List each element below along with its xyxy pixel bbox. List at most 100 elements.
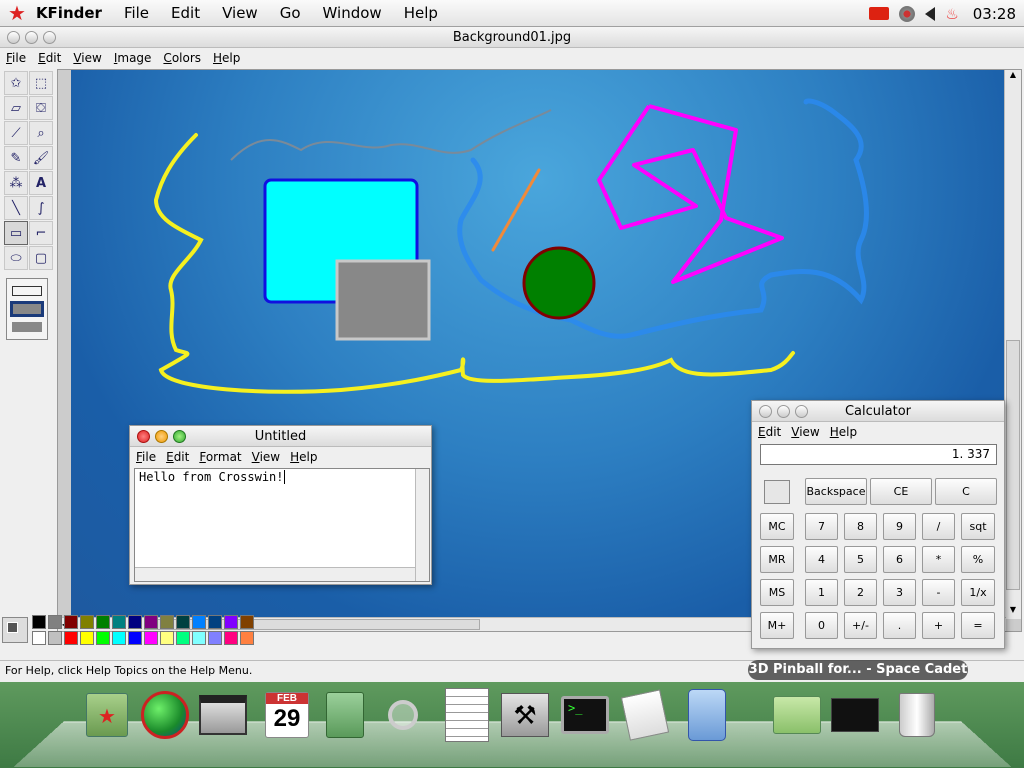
calc-button[interactable]: -: [922, 579, 955, 606]
color-swatch[interactable]: [32, 631, 46, 645]
address-book-icon[interactable]: ★: [80, 688, 134, 742]
calc-button[interactable]: 1: [805, 579, 838, 606]
color-swatch[interactable]: [160, 631, 174, 645]
curve-tool-icon[interactable]: ∫: [29, 196, 53, 220]
outline-style-option[interactable]: [12, 285, 42, 296]
calculator-titlebar[interactable]: Calculator: [752, 401, 1004, 422]
zoom-button[interactable]: [795, 405, 808, 418]
calc-button-backspace[interactable]: Backspace: [805, 478, 867, 505]
calc-button[interactable]: 5: [844, 546, 877, 573]
menu-go[interactable]: Go: [280, 4, 301, 22]
calc-button[interactable]: 6: [883, 546, 916, 573]
color-swatch[interactable]: [176, 615, 190, 629]
system-tools-icon[interactable]: ⚒: [498, 688, 552, 742]
notepad-menu-view[interactable]: View: [252, 450, 280, 464]
notepad-menu-format[interactable]: Format: [199, 450, 241, 464]
color-swatch[interactable]: [176, 631, 190, 645]
ellipse-tool-icon[interactable]: ⬭: [4, 246, 28, 270]
calculator-display[interactable]: 1. 337: [760, 444, 997, 465]
script-editor-icon[interactable]: [618, 688, 672, 742]
calc-button[interactable]: /: [922, 513, 955, 540]
notepad-titlebar[interactable]: Untitled: [130, 426, 431, 447]
calc-button[interactable]: sqt: [961, 513, 995, 540]
calc-button[interactable]: 2: [844, 579, 877, 606]
preview-magnifier-icon[interactable]: [376, 688, 430, 742]
calendar-icon[interactable]: FEB 29: [260, 688, 314, 742]
menu-help[interactable]: Help: [404, 4, 438, 22]
notepad-menu-file[interactable]: File: [136, 450, 156, 464]
calculator-dock-icon[interactable]: [680, 688, 734, 742]
close-button[interactable]: [759, 405, 772, 418]
calc-button-c[interactable]: C: [935, 478, 997, 505]
minimize-button[interactable]: [25, 31, 38, 44]
fill-bucket-icon[interactable]: ⛋: [29, 96, 53, 120]
calc-button-ce[interactable]: CE: [870, 478, 932, 505]
paint-menu-image[interactable]: Image: [114, 51, 152, 65]
paint-menu-help[interactable]: Help: [213, 51, 240, 65]
volume-icon[interactable]: [925, 6, 936, 21]
trash-icon[interactable]: [890, 688, 944, 742]
close-button[interactable]: [7, 31, 20, 44]
color-picker-icon[interactable]: ⟋: [4, 121, 28, 145]
color-swatch[interactable]: [192, 615, 206, 629]
current-color-indicator[interactable]: [2, 617, 28, 643]
star-menu-icon[interactable]: ★: [8, 1, 26, 25]
scroll-up-icon[interactable]: ▲: [1006, 70, 1020, 84]
menu-file[interactable]: File: [124, 4, 149, 22]
notepad-vscroll[interactable]: [415, 469, 429, 581]
paint-titlebar[interactable]: Background01.jpg: [0, 27, 1024, 48]
calc-button[interactable]: MR: [760, 546, 794, 573]
app-name[interactable]: KFinder: [36, 4, 102, 22]
calc-button[interactable]: M+: [760, 612, 794, 639]
calc-menu-edit[interactable]: Edit: [758, 425, 781, 439]
calc-menu-view[interactable]: View: [791, 425, 819, 439]
calc-button[interactable]: +/-: [844, 612, 877, 639]
airbrush-icon[interactable]: ⁂: [4, 171, 28, 195]
calc-button[interactable]: +: [922, 612, 955, 639]
menu-window[interactable]: Window: [323, 4, 382, 22]
zoom-button[interactable]: [173, 430, 186, 443]
calc-button[interactable]: 9: [883, 513, 916, 540]
color-swatch[interactable]: [48, 631, 62, 645]
color-swatch[interactable]: [144, 631, 158, 645]
calc-button[interactable]: 0: [805, 612, 838, 639]
contacts-icon[interactable]: [318, 688, 372, 742]
rect-select-icon[interactable]: ⬚: [29, 71, 53, 95]
paint-menu-file[interactable]: File: [6, 51, 26, 65]
magnifier-icon[interactable]: ⌕: [29, 121, 53, 145]
color-swatch[interactable]: [240, 631, 254, 645]
polygon-tool-icon[interactable]: ⌐: [29, 221, 53, 245]
calc-button[interactable]: .: [883, 612, 916, 639]
color-swatch[interactable]: [208, 631, 222, 645]
color-swatch[interactable]: [112, 615, 126, 629]
notepad-text-area[interactable]: Hello from Crosswin!: [134, 468, 430, 582]
brush-icon[interactable]: 🖌: [29, 146, 53, 170]
video-clapboard-icon[interactable]: [196, 688, 250, 742]
vertical-scrollbar[interactable]: ▲ ▼: [1004, 70, 1021, 619]
line-tool-icon[interactable]: ╲: [4, 196, 28, 220]
color-swatch[interactable]: [96, 615, 110, 629]
calc-button[interactable]: 7: [805, 513, 838, 540]
color-swatch[interactable]: [128, 631, 142, 645]
calc-button[interactable]: 1/x: [961, 579, 995, 606]
eraser-icon[interactable]: ▱: [4, 96, 28, 120]
outline-fill-style-option[interactable]: [10, 300, 44, 317]
fill-only-style-option[interactable]: [12, 322, 42, 333]
menu-view[interactable]: View: [222, 4, 258, 22]
notepad-menu-edit[interactable]: Edit: [166, 450, 189, 464]
calc-button[interactable]: =: [961, 612, 995, 639]
pencil-icon[interactable]: ✎: [4, 146, 28, 170]
color-swatch[interactable]: [80, 615, 94, 629]
spreadsheet-icon[interactable]: [440, 688, 494, 742]
globe-browser-icon[interactable]: [138, 688, 192, 742]
vertical-scroll-thumb[interactable]: [1006, 340, 1020, 590]
calc-button[interactable]: 8: [844, 513, 877, 540]
color-swatch[interactable]: [144, 615, 158, 629]
calc-button[interactable]: MS: [760, 579, 794, 606]
color-swatch[interactable]: [128, 615, 142, 629]
terminal-icon[interactable]: >_: [558, 688, 612, 742]
free-select-icon[interactable]: ✩: [4, 71, 28, 95]
close-button[interactable]: [137, 430, 150, 443]
paint-menu-colors[interactable]: Colors: [163, 51, 201, 65]
color-swatch[interactable]: [192, 631, 206, 645]
